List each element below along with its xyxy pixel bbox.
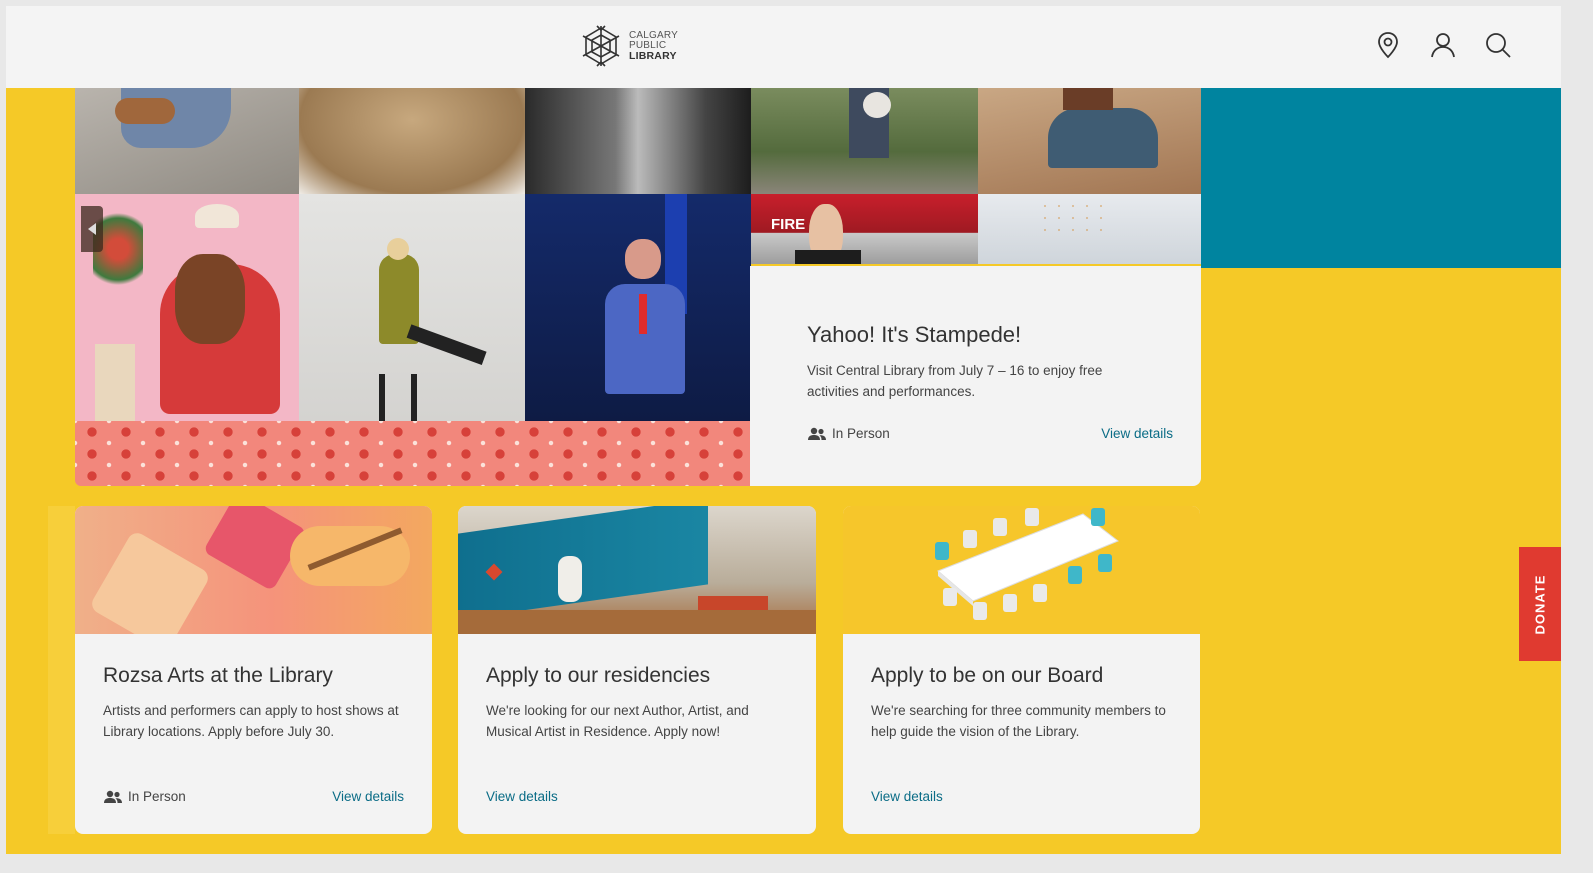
photo-plaid-shirt: [525, 88, 751, 194]
site-header: CALGARY PUBLIC LIBRARY: [6, 6, 1561, 88]
board-table-illustration: [935, 508, 1119, 620]
search-icon[interactable]: [1483, 30, 1513, 60]
card-view-details-link[interactable]: View details: [332, 789, 404, 804]
people-icon: [104, 790, 122, 803]
snowflake-logo-icon: [582, 25, 620, 67]
people-icon: [808, 427, 826, 440]
photo-falling-leaves: [978, 194, 1201, 264]
card-description: We're searching for three community memb…: [871, 703, 1166, 739]
logo-wordmark: CALGARY PUBLIC LIBRARY: [629, 31, 678, 62]
photo-woman-guitar-pink: [75, 194, 299, 421]
donate-button[interactable]: DONATE: [1519, 547, 1561, 661]
card-image-board-table: [843, 506, 1200, 634]
carousel-prev-button[interactable]: [81, 206, 103, 252]
photo-animal-fur: [299, 88, 525, 194]
photo-guitar-player: [75, 88, 299, 194]
card-image-arts: [75, 506, 432, 634]
photo-cowboy-hat: [751, 88, 978, 194]
card-title: Apply to our residencies: [486, 664, 711, 687]
card-description: Artists and performers can apply to host…: [103, 703, 399, 739]
library-logo[interactable]: CALGARY PUBLIC LIBRARY: [579, 22, 689, 70]
location-pin-icon[interactable]: [1373, 30, 1403, 60]
card-body: Apply to our residencies We're looking f…: [458, 634, 816, 834]
donate-label: DONATE: [1532, 574, 1548, 634]
fire-truck-text: FIRE: [771, 216, 806, 233]
card-board[interactable]: Apply to be on our Board We're searching…: [843, 506, 1200, 834]
hero-description: Visit Central Library from July 7 – 16 t…: [807, 363, 1103, 399]
card-body: Apply to be on our Board We're searching…: [843, 634, 1200, 834]
card-title: Rozsa Arts at the Library: [103, 664, 333, 687]
card-body: Rozsa Arts at the Library Artists and pe…: [75, 634, 432, 834]
teal-accent-block: [1201, 88, 1561, 268]
card-meta-label: In Person: [128, 789, 186, 804]
bandana-pattern: [75, 421, 751, 486]
card-view-details-link[interactable]: View details: [871, 789, 943, 804]
logo-line-3: LIBRARY: [629, 50, 677, 62]
photo-firefighter: FIRE: [751, 194, 978, 264]
hero-view-details-link[interactable]: View details: [1101, 426, 1173, 441]
chevron-left-icon: [88, 223, 96, 235]
card-rozsa-arts[interactable]: Rozsa Arts at the Library Artists and pe…: [75, 506, 432, 834]
photo-woman-yellow-coat: [299, 194, 525, 421]
card-view-details-link[interactable]: View details: [486, 789, 558, 804]
left-accent-strip: [48, 506, 75, 834]
card-attendance-type: In Person: [103, 789, 186, 804]
hero-meta-label: In Person: [832, 426, 890, 441]
card-residencies[interactable]: Apply to our residencies We're looking f…: [458, 506, 816, 834]
page-frame: CALGARY PUBLIC LIBRARY FIRE Yahoo! It's …: [6, 6, 1561, 854]
card-title: Apply to be on our Board: [871, 664, 1104, 687]
hero-title: Yahoo! It's Stampede!: [807, 322, 1022, 347]
photo-jeans-sitting: [978, 88, 1201, 194]
user-account-icon[interactable]: [1428, 30, 1458, 60]
hero-attendance-type: In Person: [807, 426, 890, 441]
card-image-library-interior: [458, 506, 816, 634]
hero-event-card: Yahoo! It's Stampede! Visit Central Libr…: [750, 266, 1201, 486]
card-description: We're looking for our next Author, Artis…: [486, 703, 749, 739]
photo-performer-stage: [525, 194, 751, 421]
